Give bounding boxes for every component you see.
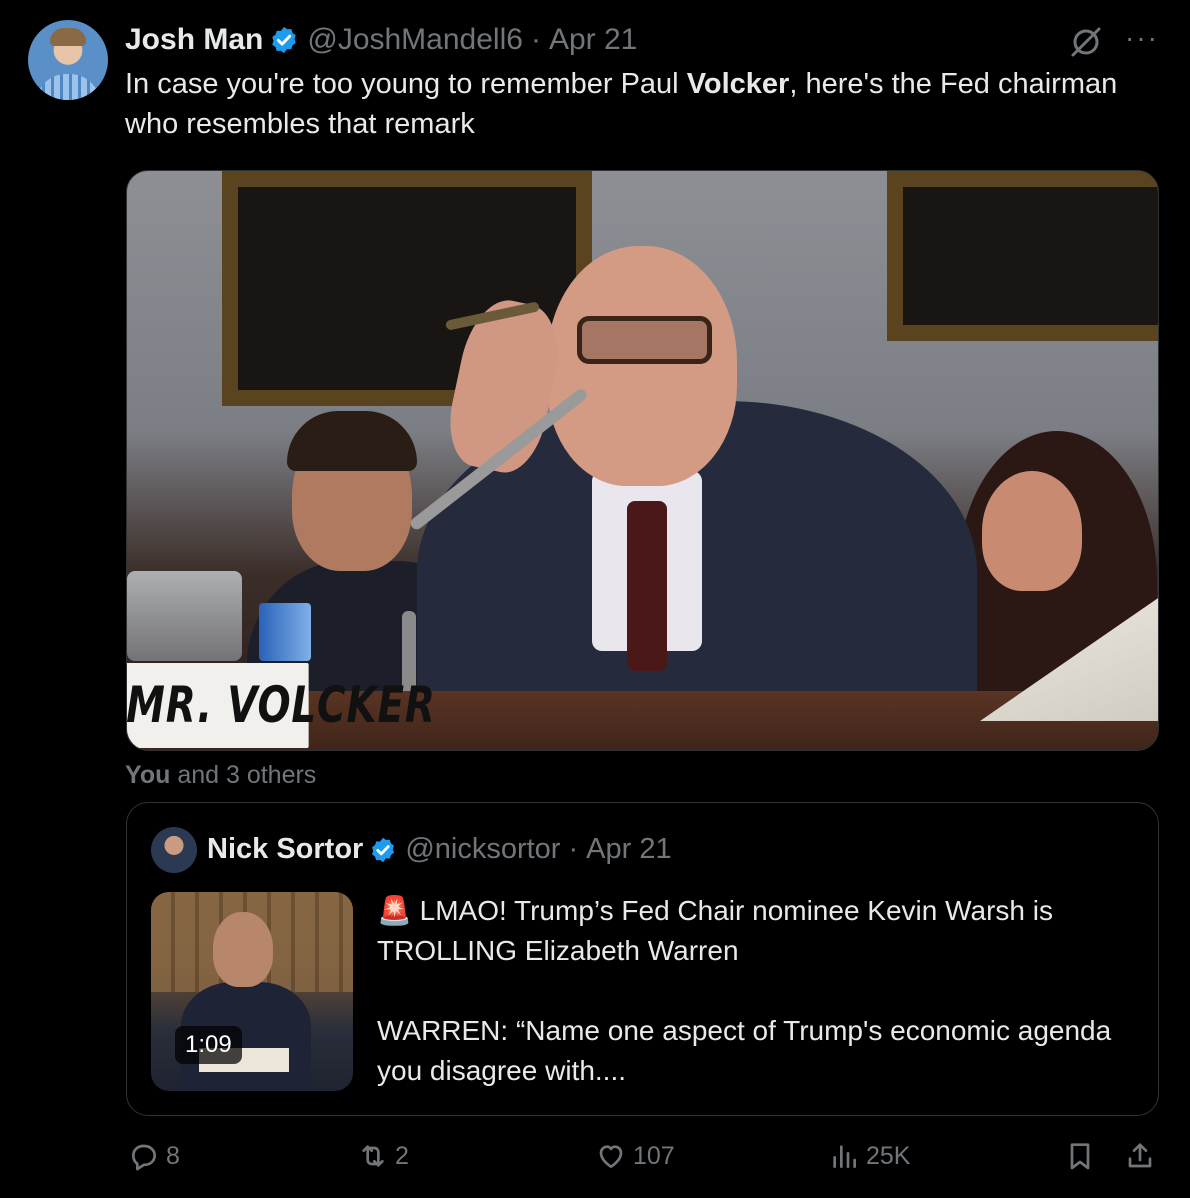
repost-icon bbox=[362, 1145, 384, 1167]
tweet-header: Josh Man @JoshMandell6 · Apr 21 bbox=[125, 22, 637, 58]
speaker-tie bbox=[627, 501, 667, 671]
like-count: 107 bbox=[633, 1141, 675, 1170]
share-button[interactable] bbox=[1124, 1140, 1162, 1172]
verified-badge-icon bbox=[272, 26, 297, 54]
quoted-tweet-header: Nick Sortor @nicksortor · Apr 21 bbox=[207, 833, 672, 866]
tweet-text-part: In case you're too young to remember Pau… bbox=[125, 68, 687, 100]
liked-by[interactable]: You and 3 others bbox=[125, 761, 316, 790]
author-name[interactable]: Josh Man bbox=[125, 23, 263, 57]
tweet-date[interactable]: Apr 21 bbox=[549, 23, 637, 57]
quoted-tweet[interactable]: Nick Sortor @nicksortor · Apr 21 1:09 🚨 … bbox=[126, 802, 1159, 1116]
verified-badge-icon bbox=[372, 837, 395, 862]
views-button[interactable]: 25K bbox=[828, 1140, 910, 1172]
views-icon bbox=[833, 1145, 856, 1168]
nameplate: MR. VOLCKER bbox=[127, 663, 435, 748]
share-icon bbox=[1128, 1143, 1152, 1168]
reply-icon bbox=[132, 1144, 156, 1171]
avatar-hair bbox=[50, 28, 86, 46]
separator-dot: · bbox=[530, 23, 541, 56]
grok-icon[interactable] bbox=[1068, 24, 1104, 60]
quoted-author-avatar bbox=[151, 827, 197, 873]
thumbnail-person-face bbox=[213, 912, 273, 987]
quoted-author-name: Nick Sortor bbox=[207, 833, 364, 865]
heart-icon bbox=[599, 1145, 623, 1168]
liked-by-others: and 3 others bbox=[170, 761, 317, 789]
tweet-actions: 8 2 107 25K bbox=[0, 1140, 1190, 1186]
separator-dot: · bbox=[568, 833, 579, 865]
like-button[interactable]: 107 bbox=[595, 1140, 675, 1172]
tweet-text: In case you're too young to remember Pau… bbox=[125, 64, 1145, 144]
repost-button[interactable]: 2 bbox=[357, 1140, 409, 1172]
reply-button[interactable]: 8 bbox=[128, 1140, 180, 1172]
speaker-head bbox=[547, 246, 737, 486]
liked-by-you: You bbox=[125, 761, 171, 789]
repost-count: 2 bbox=[395, 1141, 409, 1170]
quoted-tweet-date: Apr 21 bbox=[586, 833, 672, 865]
background-person-face bbox=[982, 471, 1082, 591]
quoted-video-thumbnail[interactable]: 1:09 bbox=[151, 892, 353, 1091]
water-pitcher bbox=[127, 571, 242, 661]
cup bbox=[259, 603, 311, 661]
views-count: 25K bbox=[866, 1141, 911, 1170]
avatar-shirt bbox=[36, 74, 100, 100]
author-avatar[interactable] bbox=[28, 20, 108, 100]
quoted-author-handle: @nicksortor bbox=[405, 833, 561, 865]
tweet-photo[interactable]: MR. VOLCKER bbox=[126, 170, 1159, 751]
tweet-text-bold: Volcker bbox=[686, 68, 790, 100]
author-handle[interactable]: @JoshMandell6 bbox=[307, 23, 523, 57]
bookmark-button[interactable] bbox=[1064, 1140, 1102, 1172]
reply-count: 8 bbox=[166, 1141, 180, 1170]
bookmark-icon bbox=[1070, 1143, 1090, 1170]
video-duration: 1:09 bbox=[175, 1026, 242, 1064]
background-person-hair bbox=[287, 411, 417, 471]
more-icon[interactable]: ··· bbox=[1124, 24, 1160, 60]
speaker-glasses bbox=[577, 316, 712, 364]
painting-frame bbox=[887, 171, 1158, 341]
quoted-tweet-text: 🚨 LMAO! Trump’s Fed Chair nominee Kevin … bbox=[377, 895, 1112, 1086]
